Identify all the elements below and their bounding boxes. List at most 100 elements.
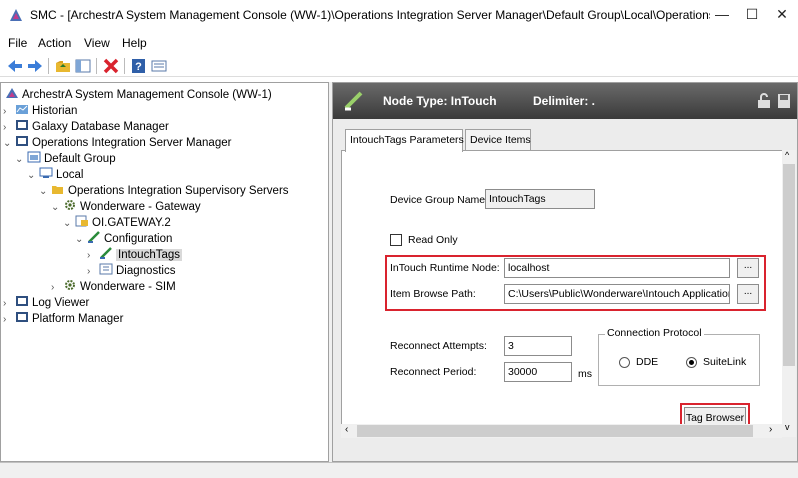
- diagnostics-icon: [99, 263, 113, 275]
- tree-label: Platform Manager: [32, 313, 124, 325]
- properties-icon[interactable]: [150, 58, 168, 74]
- galaxy-database-icon: [16, 120, 28, 130]
- arrow-right-icon[interactable]: [26, 58, 44, 74]
- tab-device-items[interactable]: Device Items: [465, 129, 531, 151]
- tab-intouchtags-parameters[interactable]: IntouchTags Parameters: [345, 129, 464, 152]
- toolbar: ?: [0, 55, 798, 77]
- tree-label: Historian: [32, 105, 78, 117]
- chevron-down-icon[interactable]: ⌄: [15, 152, 27, 168]
- tree-label: OI.GATEWAY.2: [92, 217, 171, 229]
- tree-root[interactable]: ArchestrA System Management Console (WW-…: [5, 87, 272, 103]
- vertical-scroll-thumb[interactable]: [783, 164, 795, 366]
- log-viewer-icon: [16, 296, 28, 306]
- suitelink-radio[interactable]: [686, 357, 697, 368]
- maximize-button[interactable]: ☐: [738, 4, 766, 24]
- scroll-left-icon[interactable]: ‹: [345, 424, 348, 435]
- tree-label: Default Group: [44, 153, 116, 165]
- chevron-right-icon[interactable]: ›: [3, 296, 15, 312]
- details-pane: Node Type: InTouch Delimiter: . IntouchT…: [332, 82, 798, 462]
- tree-item-galaxy[interactable]: › Galaxy Database Manager: [3, 119, 169, 135]
- tree-label: ArchestrA System Management Console (WW-…: [22, 89, 272, 101]
- dde-radio[interactable]: [619, 357, 630, 368]
- reconnect-period-field[interactable]: 30000: [504, 362, 572, 382]
- tree-label: Wonderware - SIM: [80, 281, 176, 293]
- unlock-icon[interactable]: [757, 93, 771, 109]
- item-browse-path-label: Item Browse Path:: [390, 288, 476, 300]
- menu-file[interactable]: File: [8, 36, 27, 50]
- console-tree: ArchestrA System Management Console (WW-…: [0, 82, 328, 462]
- tree-item-gateway[interactable]: ⌄ Wonderware - Gateway: [51, 199, 201, 215]
- tree-label: Operations Integration Server Manager: [32, 137, 232, 149]
- minimize-button[interactable]: —: [708, 4, 736, 24]
- toolbar-separator: [48, 58, 49, 74]
- menu-view[interactable]: View: [84, 36, 110, 50]
- menu-help[interactable]: Help: [122, 36, 147, 50]
- tree-item-supervisory[interactable]: ⌄ Operations Integration Supervisory Serv…: [39, 183, 289, 199]
- close-button[interactable]: ✕: [768, 4, 796, 24]
- tree-item-platform-manager[interactable]: › Platform Manager: [3, 311, 123, 327]
- tree-label: Wonderware - Gateway: [80, 201, 201, 213]
- chevron-right-icon[interactable]: ›: [87, 264, 99, 280]
- connection-protocol-title: Connection Protocol: [605, 327, 704, 339]
- chevron-down-icon[interactable]: ⌄: [27, 168, 39, 184]
- horizontal-scrollbar[interactable]: ‹ ›: [341, 424, 782, 438]
- suitelink-label: SuiteLink: [703, 356, 747, 368]
- show-hide-tree-icon[interactable]: [74, 58, 92, 74]
- chevron-down-icon[interactable]: ⌄: [75, 232, 87, 248]
- node-header: Node Type: InTouch Delimiter: .: [333, 83, 797, 119]
- horizontal-scroll-thumb[interactable]: [357, 425, 753, 437]
- ms-unit-label: ms: [578, 368, 592, 380]
- tree-item-configuration[interactable]: ⌄ Configuration: [75, 231, 172, 247]
- scroll-up-icon[interactable]: ^: [785, 150, 789, 160]
- oi-server-icon: [75, 215, 88, 227]
- item-browse-path-button[interactable]: ...: [737, 284, 759, 304]
- tree-item-sim[interactable]: › Wonderware - SIM: [51, 279, 176, 295]
- runtime-node-field[interactable]: localhost: [504, 258, 730, 278]
- up-folder-icon[interactable]: [54, 58, 72, 74]
- tree-item-historian[interactable]: › Historian: [3, 103, 77, 119]
- computer-icon: [39, 167, 53, 178]
- tree-item-local[interactable]: ⌄ Local: [27, 167, 84, 183]
- chevron-down-icon[interactable]: ⌄: [3, 136, 15, 152]
- scroll-down-icon[interactable]: v: [785, 422, 790, 432]
- group-icon: [27, 151, 41, 163]
- chevron-down-icon[interactable]: ⌄: [51, 200, 63, 216]
- chevron-down-icon[interactable]: ⌄: [39, 184, 51, 200]
- tree-item-default-group[interactable]: ⌄ Default Group: [15, 151, 116, 167]
- runtime-node-label: InTouch Runtime Node:: [390, 262, 500, 274]
- tree-item-diagnostics[interactable]: › Diagnostics: [87, 263, 175, 279]
- tree-label: IntouchTags: [116, 249, 183, 261]
- item-browse-path-field[interactable]: C:\Users\Public\Wonderware\Intouch Appli…: [504, 284, 730, 304]
- toolbar-separator: [96, 58, 97, 74]
- intouch-node-icon: [344, 91, 363, 111]
- read-only-checkbox[interactable]: [390, 234, 402, 246]
- chevron-right-icon[interactable]: ›: [87, 248, 99, 264]
- historian-icon: [16, 105, 28, 114]
- arrow-left-icon[interactable]: [6, 58, 24, 74]
- dde-label: DDE: [636, 356, 659, 368]
- svg-text:?: ?: [135, 61, 142, 73]
- tree-item-ois-manager[interactable]: ⌄ Operations Integration Server Manager: [3, 135, 231, 151]
- save-icon[interactable]: [777, 93, 791, 109]
- gear-icon: [65, 200, 75, 210]
- help-icon[interactable]: ?: [130, 58, 148, 74]
- gear-icon: [65, 280, 75, 290]
- menu-action[interactable]: Action: [38, 36, 71, 50]
- reconnect-attempts-field[interactable]: 3: [504, 336, 572, 356]
- scroll-right-icon[interactable]: ›: [769, 424, 772, 435]
- chevron-right-icon[interactable]: ›: [3, 120, 15, 136]
- delimiter-label: Delimiter: .: [533, 94, 596, 108]
- chevron-right-icon[interactable]: ›: [51, 280, 63, 296]
- chevron-right-icon[interactable]: ›: [3, 312, 15, 328]
- chevron-down-icon[interactable]: ⌄: [63, 216, 75, 232]
- device-group-name-field[interactable]: IntouchTags: [485, 189, 595, 209]
- tree-item-oi-gateway[interactable]: ⌄ OI.GATEWAY.2: [63, 215, 171, 231]
- connection-protocol-group: Connection Protocol DDE SuiteLink: [598, 327, 760, 386]
- vertical-scrollbar[interactable]: ^ v: [782, 150, 796, 437]
- delete-icon[interactable]: [102, 58, 120, 74]
- chevron-right-icon[interactable]: ›: [3, 104, 15, 120]
- tree-item-intouchtags[interactable]: › IntouchTags: [87, 247, 183, 264]
- tree-item-log-viewer[interactable]: › Log Viewer: [3, 295, 89, 311]
- menu-bar: File Action View Help: [0, 33, 798, 53]
- runtime-node-browse-button[interactable]: ...: [737, 258, 759, 278]
